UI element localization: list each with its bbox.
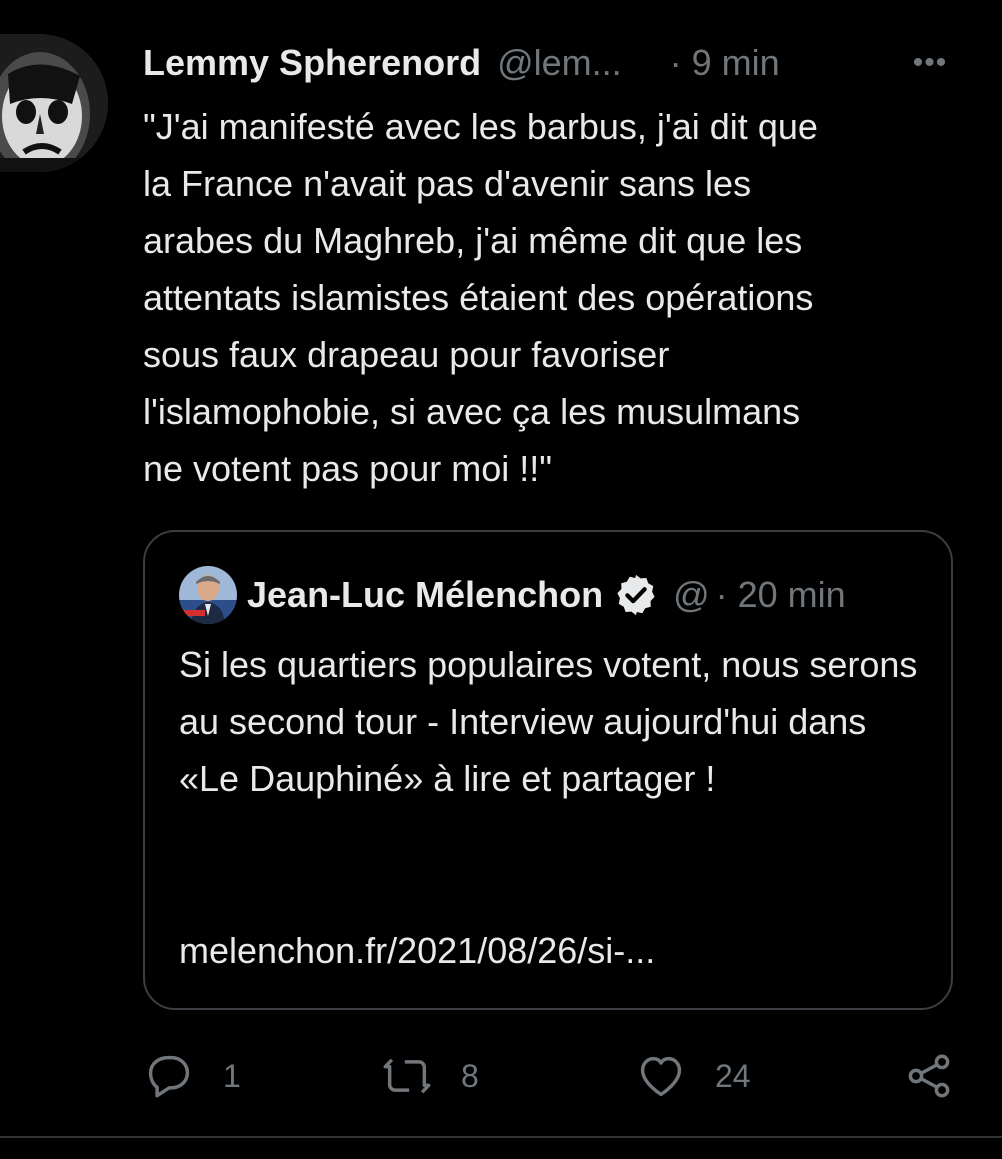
author-name[interactable]: Lemmy Spherenord	[143, 42, 481, 84]
author-avatar[interactable]	[0, 34, 108, 172]
quote-author-name: Jean-Luc Mélenchon	[247, 574, 604, 615]
tweet-actions: 1 8 24	[143, 1048, 963, 1104]
quote-author-avatar	[179, 566, 237, 624]
quote-text: Si les quartiers populaires votent, nous…	[179, 644, 918, 799]
more-horizontal-icon: •••	[912, 46, 948, 79]
like-count: 24	[715, 1057, 751, 1094]
verified-badge-icon	[613, 572, 659, 618]
quote-link[interactable]: melenchon.fr/2021/08/26/si-...	[179, 922, 655, 979]
tweet[interactable]: Lemmy Spherenord @lem... · 9 min ••• "J'…	[0, 0, 1002, 1136]
retweet-count: 8	[461, 1057, 479, 1094]
reply-icon	[148, 1055, 190, 1098]
retweet-icon	[383, 1058, 431, 1094]
like-button[interactable]: 24	[635, 1048, 751, 1104]
tweet-divider	[0, 1136, 1002, 1138]
reply-count: 1	[223, 1057, 241, 1094]
reply-button[interactable]: 1	[143, 1048, 241, 1104]
quote-header: Jean-Luc Mélenchon @ · 20 min	[247, 570, 846, 620]
more-options-button[interactable]: •••	[900, 40, 960, 86]
tweet-text: "J'ai manifesté avec les barbus, j'ai di…	[143, 106, 818, 489]
heart-icon	[640, 1056, 682, 1097]
tweet-header: Lemmy Spherenord @lem... · 9 min	[143, 40, 780, 86]
quoted-tweet[interactable]: Jean-Luc Mélenchon @ · 20 min Si les qua…	[143, 530, 953, 1010]
tweet-timestamp[interactable]: · 9 min	[670, 42, 780, 84]
quote-timestamp: · 20 min	[715, 574, 846, 615]
retweet-button[interactable]: 8	[381, 1048, 479, 1104]
author-handle[interactable]: @lem...	[497, 42, 622, 84]
quote-author-handle: @	[673, 574, 710, 615]
share-icon	[908, 1054, 950, 1098]
share-button[interactable]	[903, 1048, 955, 1104]
